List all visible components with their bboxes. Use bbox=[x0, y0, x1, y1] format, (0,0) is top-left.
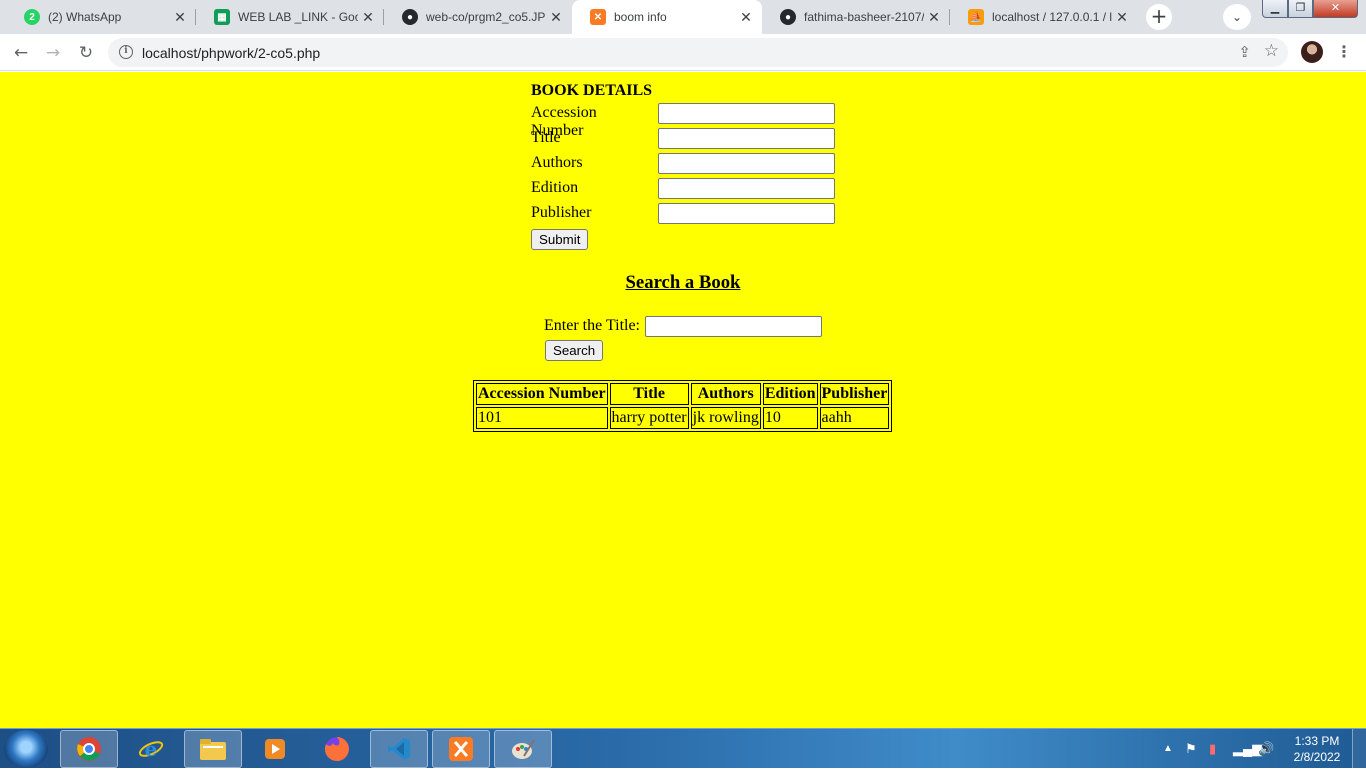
whatsapp-icon: 2 bbox=[24, 9, 40, 25]
authors-row: Authors bbox=[531, 152, 835, 177]
form-heading: BOOK DETAILS bbox=[531, 82, 653, 99]
column-header: Accession Number bbox=[476, 383, 608, 405]
clock-time: 1:33 PM bbox=[1294, 734, 1340, 748]
browser-menu-icon[interactable]: ⋮ bbox=[1336, 42, 1352, 61]
column-header: Publisher bbox=[819, 383, 890, 405]
close-icon[interactable]: ✕ bbox=[1112, 9, 1132, 26]
tab-title: fathima-basheer-2107/ bbox=[804, 10, 924, 24]
site-info-icon[interactable]: i bbox=[119, 45, 133, 59]
search-label: Enter the Title: bbox=[544, 317, 640, 334]
profile-avatar[interactable] bbox=[1301, 41, 1323, 63]
title-row: Title bbox=[531, 127, 835, 152]
table-row: 101 harry potter jk rowling 10 aahh bbox=[476, 407, 890, 429]
field-label: Authors bbox=[531, 154, 583, 171]
system-clock[interactable]: 1:33 PM 2/8/2022 bbox=[1285, 733, 1349, 765]
google-sheets-icon: ▦ bbox=[214, 9, 230, 25]
paint-icon[interactable] bbox=[494, 730, 552, 768]
table-cell: 10 bbox=[762, 407, 818, 429]
tab-web-lab-link[interactable]: ▦ WEB LAB _LINK - Googl ✕ bbox=[196, 0, 384, 34]
table-cell: 101 bbox=[476, 407, 608, 429]
tab-boom-info[interactable]: ✕ boom info ✕ bbox=[572, 0, 762, 34]
vscode-icon[interactable] bbox=[370, 730, 428, 768]
tab-github-prgm2[interactable]: ● web-co/prgm2_co5.JPG ✕ bbox=[384, 0, 572, 34]
close-icon[interactable]: ✕ bbox=[736, 9, 756, 26]
book-details-form: BOOK DETAILS Accession Number Title Auth… bbox=[531, 80, 835, 250]
window-close-button[interactable]: ✕ bbox=[1313, 0, 1358, 18]
table-cell: harry potter bbox=[609, 407, 689, 429]
authors-input[interactable] bbox=[658, 153, 835, 174]
url-text[interactable]: localhost/phpwork/2-co5.php bbox=[142, 45, 320, 61]
github-icon: ● bbox=[780, 9, 796, 25]
tab-strip: 2 (2) WhatsApp ✕ ▦ WEB LAB _LINK - Googl… bbox=[0, 0, 1366, 34]
forward-button[interactable]: → bbox=[40, 40, 66, 66]
table-cell: jk rowling bbox=[690, 407, 761, 429]
tab-phpmyadmin[interactable]: ⛵ localhost / 127.0.0.1 / l ✕ bbox=[950, 0, 1138, 34]
taskbar: e ▲ ⚑ ▮ ▂▄▆ 🔊 1:33 PM 2/8/2022 bbox=[0, 728, 1366, 769]
close-icon[interactable]: ✕ bbox=[546, 9, 566, 26]
bookmark-star-icon[interactable]: ☆ bbox=[1264, 41, 1279, 61]
tab-search-button[interactable]: ⌄ bbox=[1223, 4, 1251, 30]
svg-text:e: e bbox=[145, 737, 158, 761]
close-icon[interactable]: ✕ bbox=[358, 9, 378, 26]
publisher-input[interactable] bbox=[658, 203, 835, 224]
edition-row: Edition bbox=[531, 177, 835, 202]
xampp-icon[interactable] bbox=[432, 730, 490, 768]
chrome-icon[interactable] bbox=[60, 730, 118, 768]
page-content: BOOK DETAILS Accession Number Title Auth… bbox=[0, 72, 1366, 728]
submit-button[interactable]: Submit bbox=[531, 229, 589, 250]
close-icon[interactable]: ✕ bbox=[170, 9, 190, 26]
search-title-input[interactable] bbox=[645, 316, 822, 337]
field-label: Publisher bbox=[531, 204, 592, 221]
column-header: Authors bbox=[690, 383, 761, 405]
show-desktop-button[interactable] bbox=[1352, 729, 1366, 769]
column-header: Edition bbox=[762, 383, 818, 405]
internet-explorer-icon[interactable]: e bbox=[122, 730, 180, 768]
firefox-icon[interactable] bbox=[308, 730, 366, 768]
github-icon: ● bbox=[402, 9, 418, 25]
xampp-icon: ✕ bbox=[590, 9, 606, 25]
clock-date: 2/8/2022 bbox=[1293, 750, 1341, 764]
action-center-flag-icon[interactable]: ⚑ bbox=[1185, 729, 1197, 769]
search-heading: Search a Book bbox=[625, 272, 741, 293]
field-label: Title bbox=[531, 129, 561, 146]
results-table: Accession Number Title Authors Edition P… bbox=[473, 380, 893, 432]
tab-github-fathima[interactable]: ● fathima-basheer-2107/ ✕ bbox=[762, 0, 950, 34]
file-explorer-icon[interactable] bbox=[184, 730, 242, 768]
tab-title: WEB LAB _LINK - Googl bbox=[238, 10, 358, 24]
field-label: Edition bbox=[531, 179, 579, 196]
table-header-row: Accession Number Title Authors Edition P… bbox=[476, 383, 890, 405]
volume-icon[interactable]: 🔊 bbox=[1258, 729, 1274, 769]
publisher-row: Publisher bbox=[531, 202, 835, 227]
title-input[interactable] bbox=[658, 128, 835, 149]
start-button[interactable] bbox=[4, 730, 48, 768]
accession-number-row: Accession Number bbox=[531, 102, 835, 139]
column-header: Title bbox=[609, 383, 689, 405]
reload-button[interactable]: ↻ bbox=[73, 40, 99, 66]
minimize-button[interactable]: ▁ bbox=[1262, 0, 1288, 18]
accession-number-input[interactable] bbox=[658, 103, 835, 124]
show-hidden-icons-icon[interactable]: ▲ bbox=[1163, 729, 1173, 769]
address-bar[interactable]: i localhost/phpwork/2-co5.php ⇪ ☆ bbox=[108, 38, 1288, 67]
back-button[interactable]: ← bbox=[8, 40, 34, 66]
new-tab-button[interactable]: + bbox=[1146, 4, 1172, 30]
battery-warning-icon[interactable]: ▮ bbox=[1209, 729, 1216, 769]
share-icon[interactable]: ⇪ bbox=[1238, 43, 1251, 61]
tab-title: localhost / 127.0.0.1 / l bbox=[992, 10, 1112, 24]
tab-title: (2) WhatsApp bbox=[48, 10, 122, 24]
table-cell: aahh bbox=[819, 407, 890, 429]
phpmyadmin-icon: ⛵ bbox=[968, 9, 984, 25]
edition-input[interactable] bbox=[658, 178, 835, 199]
close-icon[interactable]: ✕ bbox=[924, 9, 944, 26]
tab-title: web-co/prgm2_co5.JPG bbox=[426, 10, 546, 24]
tab-title: boom info bbox=[614, 10, 667, 24]
search-button[interactable]: Search bbox=[545, 340, 604, 361]
media-player-icon[interactable] bbox=[246, 730, 304, 768]
tab-whatsapp[interactable]: 2 (2) WhatsApp ✕ bbox=[6, 0, 196, 34]
browser-toolbar: ← → ↻ i localhost/phpwork/2-co5.php ⇪ ☆ … bbox=[0, 34, 1366, 71]
maximize-button[interactable]: ❐ bbox=[1288, 0, 1313, 18]
